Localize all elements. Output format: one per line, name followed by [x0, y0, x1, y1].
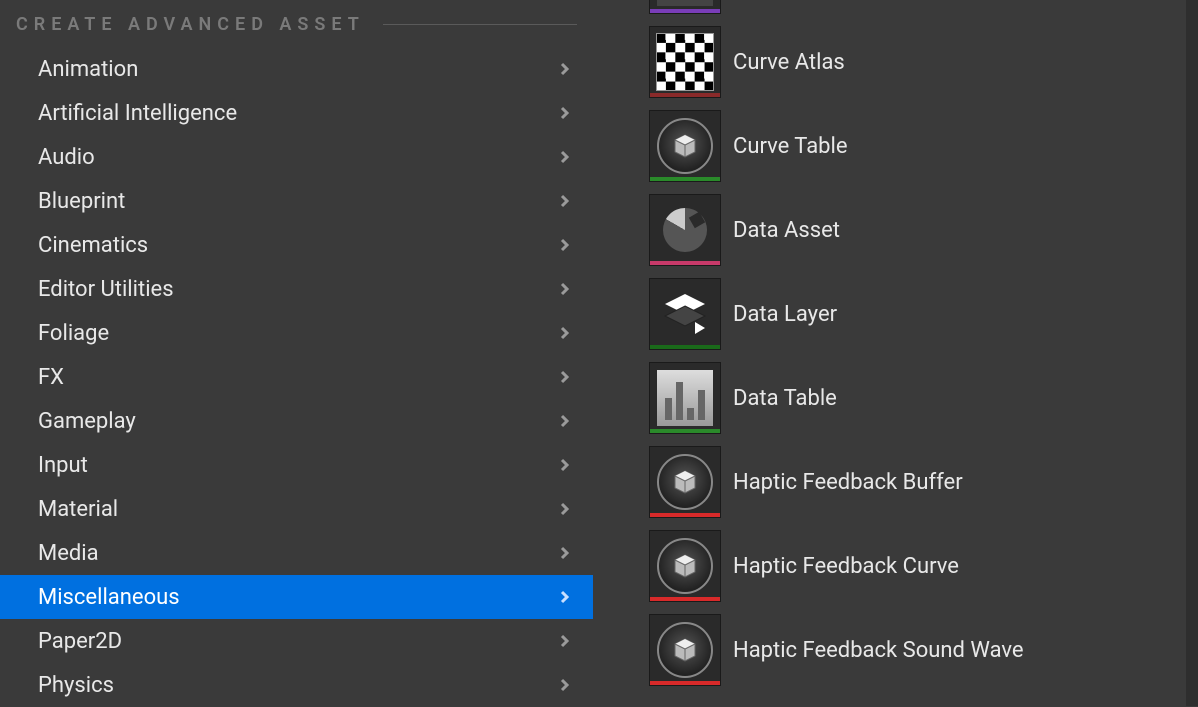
category-item-input[interactable]: Input — [0, 443, 593, 487]
chevron-right-icon — [557, 457, 573, 473]
asset-underline — [650, 513, 720, 517]
layers-icon — [657, 286, 713, 342]
category-label: Input — [38, 453, 88, 478]
chevron-right-icon — [557, 369, 573, 385]
chevron-right-icon — [557, 633, 573, 649]
scrollbar[interactable] — [1186, 0, 1198, 706]
chevron-right-icon — [557, 149, 573, 165]
asset-icon-wrap — [649, 194, 721, 266]
asset-icon-wrap — [649, 278, 721, 350]
asset-underline — [650, 429, 720, 433]
asset-item-curve-table[interactable]: Curve Table — [649, 110, 1198, 182]
category-item-blueprint[interactable]: Blueprint — [0, 179, 593, 223]
category-item-physics[interactable]: Physics — [0, 663, 593, 707]
asset-underline — [650, 681, 720, 685]
category-item-media[interactable]: Media — [0, 531, 593, 575]
category-item-animation[interactable]: Animation — [0, 47, 593, 91]
asset-panel: Curve Atlas Curve Table Data Asset Data Lay… — [593, 0, 1198, 706]
cube-icon — [657, 454, 713, 510]
asset-icon-wrap — [649, 0, 721, 14]
chevron-right-icon — [557, 325, 573, 341]
category-label: Artificial Intelligence — [38, 101, 237, 126]
asset-item-data-layer[interactable]: Data Layer — [649, 278, 1198, 350]
category-item-editor-utilities[interactable]: Editor Utilities — [0, 267, 593, 311]
chevron-right-icon — [557, 501, 573, 517]
cube-icon — [657, 538, 713, 594]
asset-item-data-table[interactable]: Data Table — [649, 362, 1198, 434]
asset-label: Curve Table — [733, 134, 848, 159]
section-title: CREATE ADVANCED ASSET — [16, 14, 365, 35]
asset-label: Data Table — [733, 386, 837, 411]
category-item-paper2d[interactable]: Paper2D — [0, 619, 593, 663]
chevron-right-icon — [557, 677, 573, 693]
asset-label: Curve Atlas — [733, 50, 845, 75]
category-list: Animation Artificial Intelligence Audio Blu… — [0, 47, 593, 707]
pie-chart-icon — [663, 208, 707, 252]
chevron-right-icon — [557, 105, 573, 121]
asset-underline — [650, 597, 720, 601]
section-divider — [383, 24, 577, 25]
category-item-miscellaneous[interactable]: Miscellaneous — [0, 575, 593, 619]
category-label: Media — [38, 541, 99, 566]
asset-icon-wrap — [649, 362, 721, 434]
category-item-artificial-intelligence[interactable]: Artificial Intelligence — [0, 91, 593, 135]
categories-panel: CREATE ADVANCED ASSET Animation Artificia… — [0, 0, 593, 706]
asset-underline — [650, 345, 720, 349]
category-item-cinematics[interactable]: Cinematics — [0, 223, 593, 267]
category-label: Blueprint — [38, 189, 125, 214]
asset-label: Data Layer — [733, 302, 837, 327]
category-item-fx[interactable]: FX — [0, 355, 593, 399]
category-label: Paper2D — [38, 629, 122, 654]
placeholder-icon — [657, 0, 713, 6]
asset-underline — [650, 93, 720, 97]
chevron-right-icon — [557, 237, 573, 253]
asset-item-asset[interactable] — [649, 0, 1198, 14]
category-label: Gameplay — [38, 409, 136, 434]
asset-underline — [650, 9, 720, 13]
chevron-right-icon — [557, 281, 573, 297]
category-item-gameplay[interactable]: Gameplay — [0, 399, 593, 443]
cube-icon — [657, 118, 713, 174]
chevron-right-icon — [557, 61, 573, 77]
asset-icon-wrap — [649, 614, 721, 686]
chevron-right-icon — [557, 193, 573, 209]
category-label: Material — [38, 497, 118, 522]
chevron-right-icon — [557, 589, 573, 605]
section-header: CREATE ADVANCED ASSET — [0, 0, 593, 47]
category-label: Editor Utilities — [38, 277, 174, 302]
category-label: FX — [38, 365, 64, 390]
checker-icon — [656, 33, 714, 91]
chevron-right-icon — [557, 413, 573, 429]
asset-icon-wrap — [649, 110, 721, 182]
asset-underline — [650, 261, 720, 265]
asset-label: Haptic Feedback Buffer — [733, 470, 963, 495]
category-item-material[interactable]: Material — [0, 487, 593, 531]
asset-item-data-asset[interactable]: Data Asset — [649, 194, 1198, 266]
asset-label: Haptic Feedback Curve — [733, 554, 959, 579]
bar-chart-icon — [657, 370, 713, 426]
asset-item-curve-atlas[interactable]: Curve Atlas — [649, 26, 1198, 98]
asset-list: Curve Atlas Curve Table Data Asset Data Lay… — [649, 0, 1198, 686]
category-label: Animation — [38, 57, 138, 82]
category-item-audio[interactable]: Audio — [0, 135, 593, 179]
category-label: Audio — [38, 145, 95, 170]
category-label: Physics — [38, 673, 114, 698]
asset-underline — [650, 177, 720, 181]
asset-icon-wrap — [649, 26, 721, 98]
chevron-right-icon — [557, 545, 573, 561]
asset-label: Data Asset — [733, 218, 840, 243]
category-label: Miscellaneous — [38, 585, 180, 610]
asset-item-haptic-feedback-sound-wave[interactable]: Haptic Feedback Sound Wave — [649, 614, 1198, 686]
category-item-foliage[interactable]: Foliage — [0, 311, 593, 355]
asset-item-haptic-feedback-curve[interactable]: Haptic Feedback Curve — [649, 530, 1198, 602]
asset-icon-wrap — [649, 446, 721, 518]
category-label: Foliage — [38, 321, 109, 346]
asset-label: Haptic Feedback Sound Wave — [733, 638, 1024, 663]
asset-item-haptic-feedback-buffer[interactable]: Haptic Feedback Buffer — [649, 446, 1198, 518]
category-label: Cinematics — [38, 233, 148, 258]
asset-icon-wrap — [649, 530, 721, 602]
cube-icon — [657, 622, 713, 678]
